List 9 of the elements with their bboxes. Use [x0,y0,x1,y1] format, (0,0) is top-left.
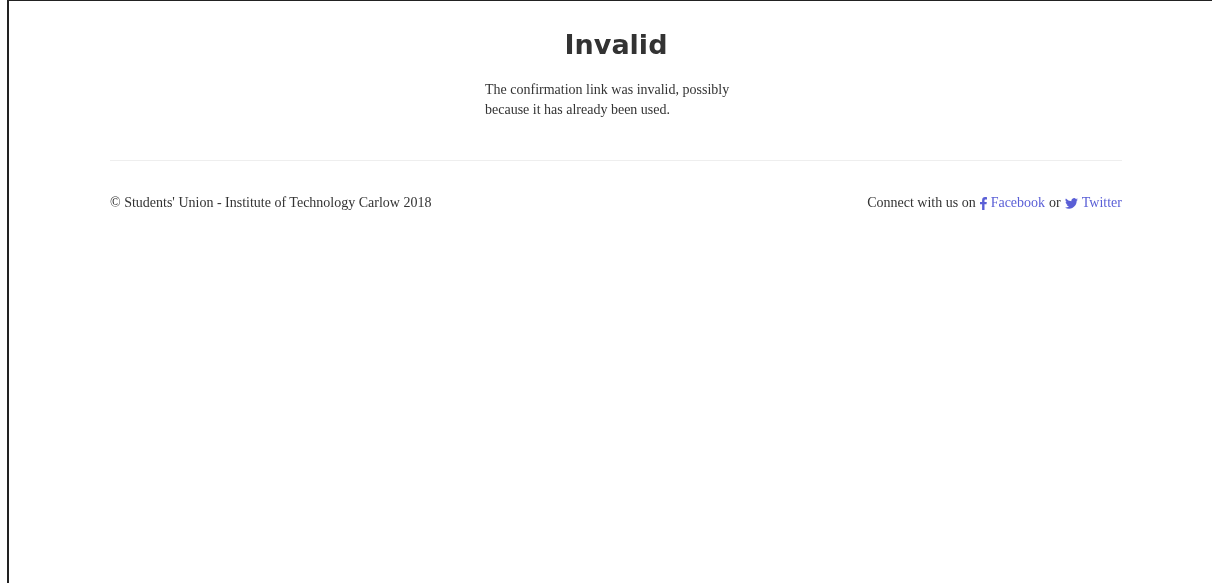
or-text: or [1049,195,1061,211]
page-heading: Invalid [564,29,668,60]
copyright-text: © Students' Union - Institute of Technology Carlow 2018 [110,195,432,211]
twitter-link[interactable]: Twitter [1064,195,1122,211]
facebook-link[interactable]: Facebook [979,195,1046,211]
facebook-icon [979,196,987,210]
message-text: The confirmation link was invalid, possibly because it has already been used. [485,81,731,119]
bird-icon [1064,197,1078,209]
connect-text: Connect with us on [867,195,976,211]
